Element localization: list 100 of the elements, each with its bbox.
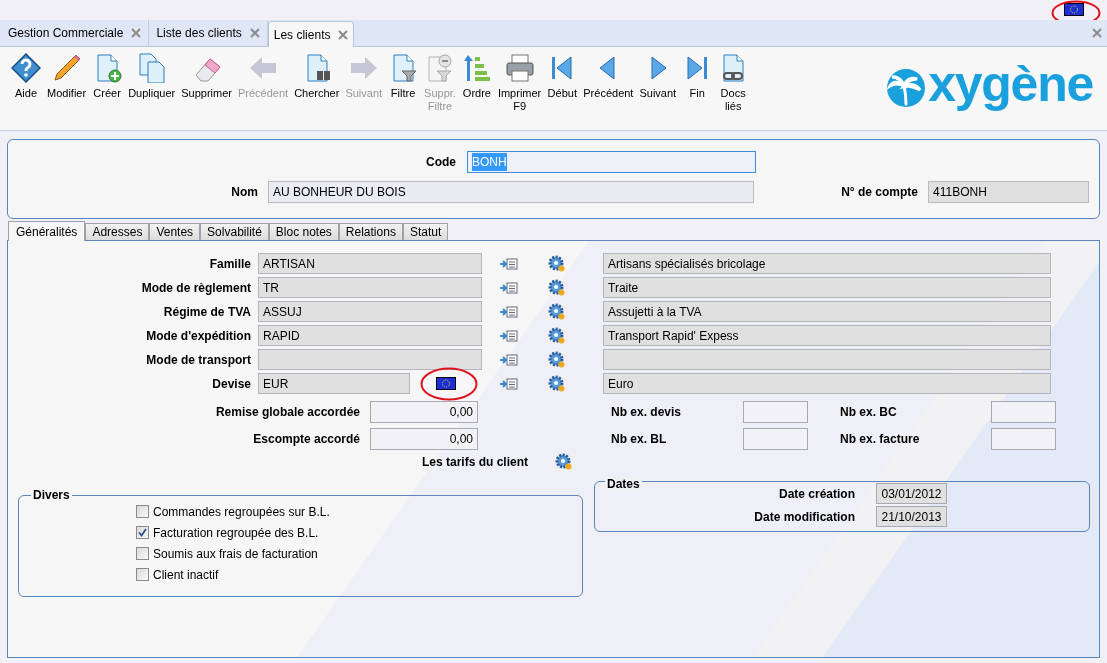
gear-icon[interactable] [548, 254, 566, 273]
tab[interactable]: Généralités [8, 221, 86, 241]
pick-list-icon[interactable] [499, 257, 518, 270]
toolbar-button[interactable]: Aide [8, 53, 44, 100]
gear-icon[interactable] [548, 326, 566, 345]
tab[interactable]: Adresses [85, 223, 150, 240]
toolbar-button[interactable]: Suivant [636, 53, 680, 100]
tab[interactable]: Bloc notes [268, 223, 339, 240]
checkbox[interactable] [136, 505, 149, 518]
field-label: Devise [211, 375, 252, 393]
toolbar-button[interactable]: Chercher [291, 53, 343, 100]
close-icon[interactable] [338, 29, 349, 40]
pick-list-icon[interactable] [499, 329, 518, 342]
toolbar-button[interactable]: Dupliquer [125, 53, 179, 100]
checkbox[interactable] [136, 568, 149, 581]
tab[interactable]: Ventes [149, 223, 201, 240]
name-field[interactable]: AU BONHEUR DU BOIS [268, 181, 754, 203]
documents-icon [136, 53, 167, 83]
pencil-icon [51, 53, 82, 83]
gear-icon[interactable] [548, 302, 566, 321]
tab[interactable]: Solvabilité [200, 223, 269, 240]
copies-field[interactable] [743, 401, 808, 423]
description-field: Assujetti à la TVA [603, 301, 1051, 322]
field-label: Nom [230, 184, 258, 201]
checkbox[interactable] [136, 547, 149, 560]
copies-field[interactable] [743, 428, 808, 450]
flag-icon [1064, 3, 1084, 16]
checkbox-label: Commandes regroupées sur B.L. [153, 503, 330, 521]
amount-field[interactable]: 0,00 [370, 428, 478, 450]
group-title: Divers [31, 488, 72, 502]
field-label: Nb ex. devis [611, 404, 683, 421]
description-field: Euro [603, 373, 1051, 394]
checkbox-label: Client inactif [153, 566, 219, 584]
code-field[interactable] [258, 349, 482, 370]
copies-field[interactable] [991, 428, 1056, 450]
code-field[interactable]: EUR [258, 373, 410, 394]
field-label: Régime de TVA [162, 303, 252, 321]
toolbar-button[interactable]: Fin [679, 53, 716, 100]
printer-icon [504, 53, 535, 83]
field-label: N° de compte [840, 184, 918, 201]
field-label: Date modification [753, 508, 856, 526]
toolbar-button[interactable]: Imprimer F9 [494, 53, 545, 113]
code-field[interactable]: TR [258, 277, 482, 298]
close-icon[interactable] [249, 28, 260, 38]
sort-icon [461, 53, 492, 83]
tab[interactable]: Les clients [267, 21, 355, 47]
close-icon[interactable] [131, 28, 142, 38]
field-label: Mode d'expédition [145, 327, 252, 345]
toolbar-button[interactable]: Ordre [458, 53, 495, 100]
field-label: Famille [208, 255, 252, 273]
gear-icon[interactable] [548, 350, 566, 369]
pick-list-icon[interactable] [499, 305, 518, 318]
flag-icon [436, 377, 456, 390]
pick-list-icon[interactable] [499, 353, 518, 366]
amount-field[interactable]: 0,00 [370, 401, 478, 423]
field-label: Les tarifs du client [420, 454, 528, 471]
check-icon [138, 528, 147, 537]
toolbar-button[interactable]: Filtre [385, 53, 422, 100]
checkbox-label: Facturation regroupée des B.L. [153, 524, 319, 542]
toolbar-button[interactable]: Créer [89, 53, 126, 100]
gear-icon[interactable] [548, 374, 566, 393]
toolbar-button[interactable]: Modifier [44, 53, 90, 100]
field-label: Date création [777, 485, 856, 503]
description-field: Traite [603, 277, 1051, 298]
logo-text: xygène [928, 59, 1093, 109]
gear-icon[interactable] [555, 453, 573, 471]
pick-list-icon[interactable] [499, 281, 518, 294]
tab[interactable]: Relations [338, 223, 403, 240]
toolbar-button[interactable]: Début [544, 53, 581, 100]
toolbar-button[interactable]: Précédent [580, 53, 637, 100]
tab[interactable]: Liste des clients [149, 20, 268, 46]
field-label: Code [425, 154, 456, 171]
field-label: Remise globale accordée [214, 404, 361, 421]
code-field[interactable]: RAPID [258, 325, 482, 346]
help-icon [11, 53, 41, 83]
description-field: Transport Rapid' Expess [603, 325, 1051, 346]
description-field: Artisans spécialisés bricolage [603, 253, 1051, 274]
group-title: Dates [605, 477, 642, 491]
annotation-ellipse [420, 367, 478, 401]
checkbox-label: Soumis aux frais de facturation [153, 545, 318, 563]
field-label: Mode de transport [145, 351, 252, 369]
toolbar-button[interactable]: Docs liés [715, 53, 752, 113]
gear-icon[interactable] [548, 278, 566, 297]
field-label: Mode de règlement [140, 279, 252, 297]
date-field: 21/10/2013 [876, 506, 947, 527]
tab[interactable]: Gestion Commerciale [1, 20, 150, 46]
copies-field[interactable] [991, 401, 1056, 423]
checkbox[interactable] [136, 526, 149, 539]
field-label: Nb ex. BC [840, 404, 898, 421]
code-field[interactable]: ARTISAN [258, 253, 482, 274]
close-icon[interactable] [1092, 28, 1102, 38]
remove-filter-icon [425, 53, 455, 83]
toolbar-button[interactable]: Supprimer [178, 53, 235, 100]
field-label: Nb ex. facture [840, 431, 921, 448]
tab[interactable]: Statut [402, 223, 449, 240]
field-value: BONH [472, 153, 507, 171]
account-field[interactable]: 411BONH [928, 181, 1089, 203]
code-field[interactable]: ASSUJ [258, 301, 482, 322]
pick-list-icon[interactable] [499, 377, 518, 390]
field-label: Nb ex. BL [611, 431, 668, 448]
